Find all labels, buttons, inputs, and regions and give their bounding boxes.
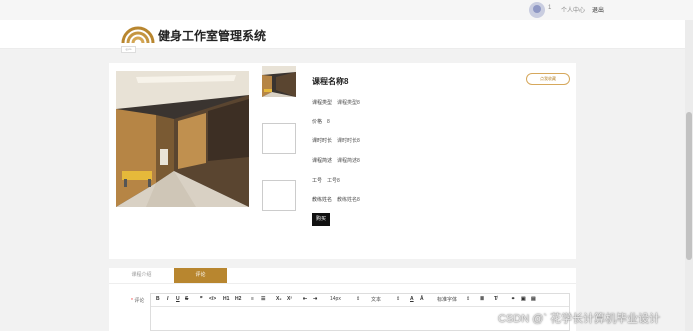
italic-button[interactable]: I xyxy=(167,296,168,302)
field-value: 8 xyxy=(327,119,330,125)
thumbnail-3[interactable] xyxy=(262,180,296,211)
collect-button[interactable]: 点我收藏 xyxy=(526,73,570,85)
heading2-button[interactable]: H2 xyxy=(235,296,241,302)
watermark: CSDN @` 花学长计算机毕业设计 xyxy=(498,313,661,325)
tab-course-intro[interactable]: 课程介绍 xyxy=(109,268,174,283)
field-course-type: 课程类型 课程类型8 xyxy=(312,99,360,106)
username: 1 xyxy=(548,5,552,11)
tab-comments[interactable]: 评论 xyxy=(174,268,227,283)
field-label: 课程简述 xyxy=(312,158,333,164)
field-value: 工号8 xyxy=(327,178,340,184)
comment-label-text: 评论 xyxy=(134,298,145,304)
top-bar xyxy=(0,0,693,20)
user-avatar[interactable] xyxy=(529,2,545,18)
thumbnail-2[interactable] xyxy=(262,123,296,154)
quote-icon[interactable]: ❞ xyxy=(200,296,203,302)
course-main-image xyxy=(116,71,249,207)
font-size-select[interactable]: 14px xyxy=(330,296,341,302)
field-value: 教练姓名8 xyxy=(337,197,360,203)
field-value: 课时时长8 xyxy=(337,138,360,144)
logo-tab: gym xyxy=(121,46,136,53)
background-color-icon[interactable]: Ā xyxy=(420,296,424,302)
image-icon[interactable]: ▣ xyxy=(521,296,526,302)
field-label: 教练姓名 xyxy=(312,197,333,203)
logo-icon xyxy=(121,26,155,44)
field-value: 课程简述8 xyxy=(337,158,360,164)
subscript-button[interactable]: X₂ xyxy=(276,296,282,302)
text-type-caret-icon: ⇕ xyxy=(396,296,401,302)
field-coach-name: 教练姓名 教练姓名8 xyxy=(312,196,360,203)
indent-icon[interactable]: ⇥ xyxy=(313,296,317,302)
field-staff-id: 工号 工号8 xyxy=(312,177,340,184)
site-title: 健身工作室管理系统 xyxy=(158,29,267,43)
field-label: 课时时长 xyxy=(312,138,333,144)
ordered-list-icon[interactable]: ≡ xyxy=(251,296,254,302)
field-duration: 课时时长 课时时长8 xyxy=(312,137,360,144)
bullet-list-icon[interactable]: ☰ xyxy=(261,296,265,302)
buy-button[interactable]: 购买 xyxy=(312,213,330,226)
field-summary: 课程简述 课程简述8 xyxy=(312,157,360,164)
bold-button[interactable]: B xyxy=(156,296,160,302)
font-family-caret-icon: ⇕ xyxy=(466,296,471,302)
underline-button[interactable]: U xyxy=(176,296,180,302)
scrollbar-thumb[interactable] xyxy=(686,112,692,260)
field-price: 价格 8 xyxy=(312,118,330,125)
text-type-select[interactable]: 文本 xyxy=(371,296,381,303)
align-icon[interactable]: ≣ xyxy=(480,296,484,302)
superscript-button[interactable]: X² xyxy=(287,296,292,302)
outdent-icon[interactable]: ⇤ xyxy=(303,296,307,302)
field-label: 课程类型 xyxy=(312,100,333,106)
comment-label: * 评论 xyxy=(131,297,144,304)
field-value: 课程类型8 xyxy=(337,100,360,106)
logout-link[interactable]: 退出 xyxy=(592,5,604,14)
field-label: 工号 xyxy=(312,178,323,184)
clear-format-icon[interactable]: T̸ xyxy=(494,296,497,302)
strike-button[interactable]: S xyxy=(185,296,188,302)
site-header xyxy=(0,20,685,49)
course-title: 课程名称8 xyxy=(312,77,349,86)
font-color-icon[interactable]: A xyxy=(410,296,414,302)
font-family-select[interactable]: 标准字体 xyxy=(437,296,457,303)
profile-link[interactable]: 个人中心 xyxy=(561,5,585,14)
thumbnail-1[interactable] xyxy=(262,66,296,97)
video-icon[interactable]: ▤ xyxy=(531,296,536,302)
link-icon[interactable]: ⚭ xyxy=(511,296,515,302)
required-marker: * xyxy=(131,298,133,304)
field-label: 价格 xyxy=(312,119,323,125)
font-size-caret-icon: ⇕ xyxy=(356,296,361,302)
code-icon[interactable]: </> xyxy=(209,296,216,302)
tab-divider xyxy=(109,283,576,284)
heading1-button[interactable]: H1 xyxy=(223,296,229,302)
